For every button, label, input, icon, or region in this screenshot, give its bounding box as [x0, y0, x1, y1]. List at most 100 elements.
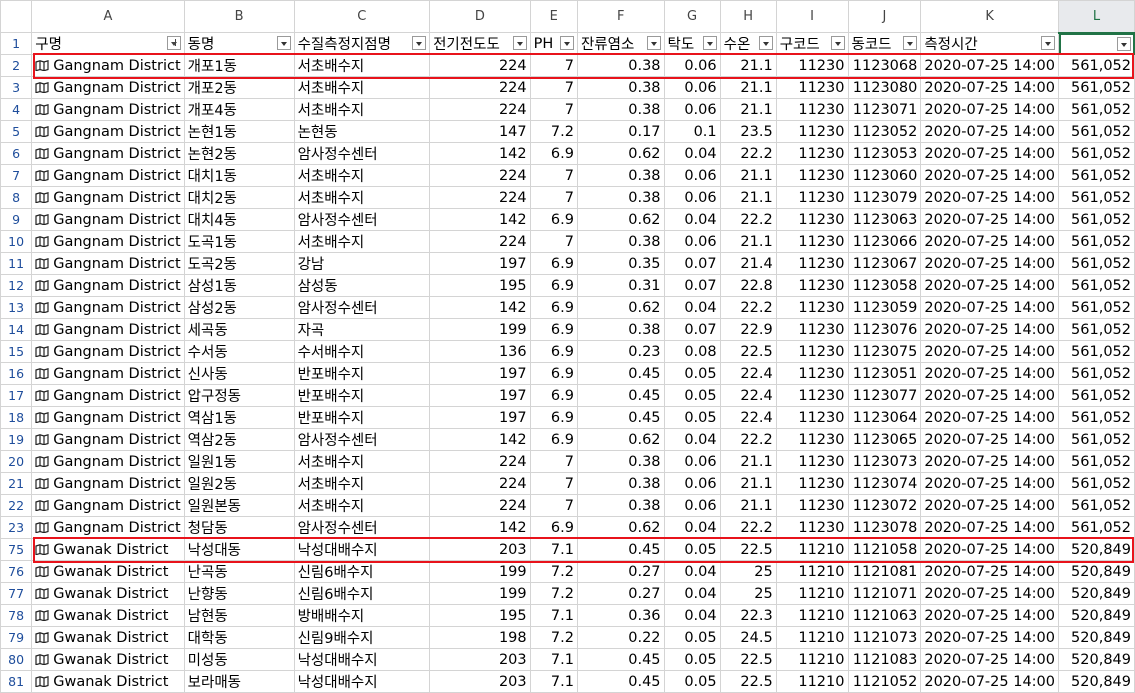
cell-time[interactable]: 2020-07-25 14:00	[920, 186, 1060, 209]
cell-val[interactable]: 561,052	[1058, 76, 1135, 99]
header-cell[interactable]: 구명	[31, 32, 185, 55]
cell-dong[interactable]: 신사동	[183, 362, 295, 385]
cell-cl[interactable]: 0.38	[576, 186, 665, 209]
cell-cl[interactable]: 0.38	[576, 164, 665, 187]
filter-dropdown-icon[interactable]	[646, 36, 661, 50]
cell-turb[interactable]: 0.06	[663, 472, 721, 495]
cell-cl[interactable]: 0.31	[576, 274, 665, 297]
cell-cl[interactable]: 0.62	[576, 142, 665, 165]
row-number[interactable]: 4	[0, 98, 33, 121]
cell-cl[interactable]: 0.27	[576, 560, 665, 583]
cell-dong[interactable]: 삼성1동	[183, 274, 295, 297]
cell-temp[interactable]: 22.4	[719, 384, 777, 407]
cell-time[interactable]: 2020-07-25 14:00	[920, 516, 1060, 539]
cell-gu[interactable]: Gangnam District	[31, 318, 185, 341]
cell-gucode[interactable]: 11230	[775, 274, 849, 297]
cell-ph[interactable]: 6.9	[529, 516, 578, 539]
cell-temp[interactable]: 22.4	[719, 362, 777, 385]
cell-ph[interactable]: 6.9	[529, 384, 578, 407]
cell-dong[interactable]: 대치1동	[183, 164, 295, 187]
cell-time[interactable]: 2020-07-25 14:00	[920, 384, 1060, 407]
header-cell[interactable]: 동명	[183, 32, 295, 55]
row-number[interactable]: 9	[0, 208, 33, 231]
cell-val[interactable]: 561,052	[1058, 472, 1135, 495]
cell-ec[interactable]: 198	[429, 626, 531, 649]
cell-ph[interactable]: 6.9	[529, 142, 578, 165]
cell-site[interactable]: 반포배수지	[293, 362, 431, 385]
filter-dropdown-icon[interactable]	[559, 36, 574, 50]
cell-gu[interactable]: Gangnam District	[31, 296, 185, 319]
cell-dongcode[interactable]: 1121052	[847, 670, 922, 693]
cell-temp[interactable]: 25	[719, 582, 777, 605]
cell-dongcode[interactable]: 1123059	[847, 296, 922, 319]
cell-ph[interactable]: 7.2	[529, 560, 578, 583]
cell-gucode[interactable]: 11230	[775, 318, 849, 341]
cell-site[interactable]: 강남	[293, 252, 431, 275]
row-number[interactable]: 22	[0, 494, 33, 517]
cell-dongcode[interactable]: 1123079	[847, 186, 922, 209]
cell-time[interactable]: 2020-07-25 14:00	[920, 54, 1060, 77]
cell-site[interactable]: 신림6배수지	[293, 582, 431, 605]
cell-gu[interactable]: Gangnam District	[31, 274, 185, 297]
cell-site[interactable]: 암사정수센터	[293, 208, 431, 231]
cell-gucode[interactable]: 11230	[775, 186, 849, 209]
cell-dong[interactable]: 역삼2동	[183, 428, 295, 451]
cell-cl[interactable]: 0.38	[576, 450, 665, 473]
cell-dong[interactable]: 낙성대동	[183, 538, 295, 561]
cell-dongcode[interactable]: 1123060	[847, 164, 922, 187]
cell-time[interactable]: 2020-07-25 14:00	[920, 428, 1060, 451]
cell-ec[interactable]: 199	[429, 318, 531, 341]
cell-turb[interactable]: 0.08	[663, 340, 721, 363]
cell-temp[interactable]: 21.1	[719, 494, 777, 517]
filter-dropdown-icon[interactable]	[903, 36, 918, 50]
filter-dropdown-icon[interactable]	[758, 36, 773, 50]
cell-dongcode[interactable]: 1121073	[847, 626, 922, 649]
cell-ec[interactable]: 136	[429, 340, 531, 363]
cell-turb[interactable]: 0.06	[663, 76, 721, 99]
cell-time[interactable]: 2020-07-25 14:00	[920, 648, 1060, 671]
cell-ec[interactable]: 195	[429, 274, 531, 297]
cell-turb[interactable]: 0.04	[663, 296, 721, 319]
cell-time[interactable]: 2020-07-25 14:00	[920, 626, 1060, 649]
cell-time[interactable]: 2020-07-25 14:00	[920, 538, 1060, 561]
row-number[interactable]: 19	[0, 428, 33, 451]
cell-ph[interactable]: 7	[529, 450, 578, 473]
cell-temp[interactable]: 21.1	[719, 98, 777, 121]
cell-temp[interactable]: 22.4	[719, 406, 777, 429]
cell-cl[interactable]: 0.38	[576, 472, 665, 495]
header-cell[interactable]: 전기전도도	[429, 32, 531, 55]
cell-gucode[interactable]: 11230	[775, 472, 849, 495]
cell-gucode[interactable]: 11230	[775, 164, 849, 187]
cell-dong[interactable]: 대학동	[183, 626, 295, 649]
column-header-a[interactable]: A	[31, 0, 185, 33]
cell-gu[interactable]: Gangnam District	[31, 120, 185, 143]
cell-dong[interactable]: 역삼1동	[183, 406, 295, 429]
cell-temp[interactable]: 21.1	[719, 54, 777, 77]
filter-active-icon[interactable]	[166, 36, 181, 50]
cell-ph[interactable]: 6.9	[529, 340, 578, 363]
cell-turb[interactable]: 0.06	[663, 230, 721, 253]
cell-site[interactable]: 논현동	[293, 120, 431, 143]
cell-ec[interactable]: 199	[429, 582, 531, 605]
column-header-h[interactable]: H	[719, 0, 777, 33]
cell-temp[interactable]: 22.5	[719, 670, 777, 693]
cell-dongcode[interactable]: 1123080	[847, 76, 922, 99]
cell-time[interactable]: 2020-07-25 14:00	[920, 76, 1060, 99]
cell-temp[interactable]: 21.1	[719, 450, 777, 473]
cell-gu[interactable]: Gangnam District	[31, 384, 185, 407]
cell-cl[interactable]: 0.45	[576, 384, 665, 407]
cell-turb[interactable]: 0.1	[663, 120, 721, 143]
cell-gu[interactable]: Gwanak District	[31, 560, 185, 583]
cell-ph[interactable]: 7	[529, 164, 578, 187]
cell-dong[interactable]: 압구정동	[183, 384, 295, 407]
cell-gucode[interactable]: 11230	[775, 384, 849, 407]
cell-temp[interactable]: 22.2	[719, 428, 777, 451]
cell-dongcode[interactable]: 1123052	[847, 120, 922, 143]
cell-dongcode[interactable]: 1123074	[847, 472, 922, 495]
row-number[interactable]: 3	[0, 76, 33, 99]
select-all-corner[interactable]	[0, 0, 33, 33]
cell-time[interactable]: 2020-07-25 14:00	[920, 120, 1060, 143]
cell-cl[interactable]: 0.38	[576, 230, 665, 253]
cell-gu[interactable]: Gangnam District	[31, 76, 185, 99]
cell-dongcode[interactable]: 1123058	[847, 274, 922, 297]
